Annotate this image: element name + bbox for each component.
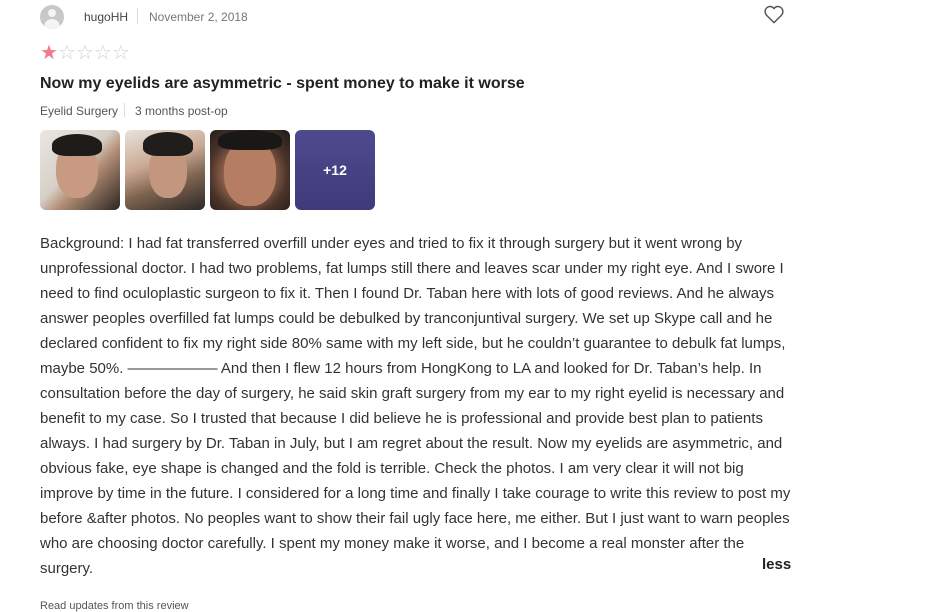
review-title: Now my eyelids are asymmetric - spent mo…	[40, 75, 525, 92]
username[interactable]: hugoHH	[84, 10, 128, 24]
photo-gallery: +12	[40, 130, 375, 210]
star-empty-icon: ☆	[57, 42, 76, 64]
star-rating: ★☆☆☆☆	[40, 43, 130, 63]
photo-thumbnail[interactable]	[125, 130, 205, 210]
updates-link[interactable]: Read updates from this review	[40, 600, 189, 612]
divider	[124, 103, 125, 117]
star-empty-icon: ☆	[93, 42, 112, 64]
more-photos-count: +12	[323, 162, 347, 178]
avatar-body-shape	[44, 19, 60, 29]
hair-shape	[143, 132, 193, 156]
review-date: November 2, 2018	[149, 10, 248, 24]
review-body: Background: I had fat transferred overfi…	[40, 235, 791, 577]
photo-thumbnail[interactable]	[40, 130, 120, 210]
star-filled-icon: ★	[40, 42, 58, 64]
star-empty-icon: ☆	[75, 42, 94, 64]
hair-shape	[52, 134, 102, 156]
photo-thumbnail[interactable]	[210, 130, 290, 210]
hair-shape	[218, 130, 282, 150]
avatar	[40, 5, 64, 29]
star-empty-icon: ☆	[111, 42, 130, 64]
less-toggle[interactable]: less	[762, 556, 791, 573]
avatar-head-shape	[48, 9, 56, 17]
divider	[137, 8, 138, 24]
heart-icon[interactable]	[763, 4, 785, 24]
more-photos-thumbnail[interactable]: +12	[295, 130, 375, 210]
post-op-timing: 3 months post-op	[135, 104, 228, 118]
procedure-link[interactable]: Eyelid Surgery	[40, 104, 118, 118]
